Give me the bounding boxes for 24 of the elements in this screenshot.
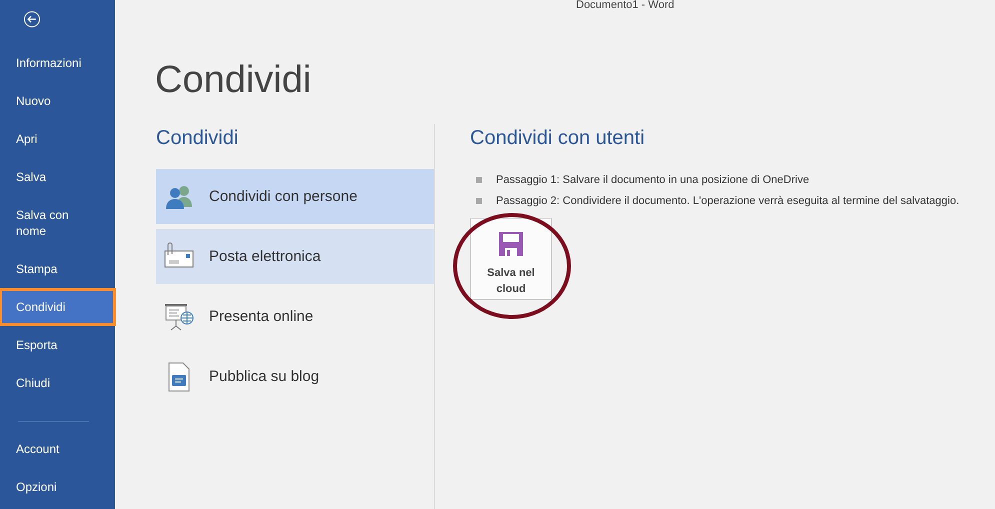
sidebar-item[interactable]: Esporta [2,328,113,361]
sidebar-item[interactable]: Account [2,433,113,465]
share-option[interactable]: Pubblica su blog [156,349,434,404]
sidebar-item[interactable]: Informazioni [2,46,113,79]
sidebar-item[interactable]: Nuovo [2,84,113,117]
bullet-icon [476,176,482,182]
sidebar-item[interactable]: Opzioni [2,471,113,503]
sidebar-item[interactable]: Chiudi [2,366,113,399]
step-text: Passaggio 1: Salvare il documento in una posizione di OneDrive [496,174,810,186]
share-option[interactable]: Condividi con persone [156,169,434,224]
page-title: Condividi [154,58,312,103]
sidebar-item[interactable]: Stampa [2,252,113,285]
window-title: Documento1 - Word [575,0,676,13]
step-text: Passaggio 2: Condividere il documento. L'operazione verrà eseguita al termine del salvataggio. [496,194,960,206]
share-option[interactable]: Posta elettronica [156,229,434,284]
sidebar-item[interactable]: Salva con nome [2,198,90,247]
sidebar-item[interactable]: Condividi [2,290,113,323]
sidebar-item[interactable]: Apri [2,122,113,155]
bullet-icon [476,198,482,204]
sidebar-item[interactable]: Salva [2,160,113,193]
section-heading: Condividi con utenti [470,126,646,151]
share-option[interactable]: Presenta online [156,289,434,344]
save-to-cloud-button[interactable]: Salva nel cloud [470,218,552,300]
section-heading: Condividi [156,126,240,151]
